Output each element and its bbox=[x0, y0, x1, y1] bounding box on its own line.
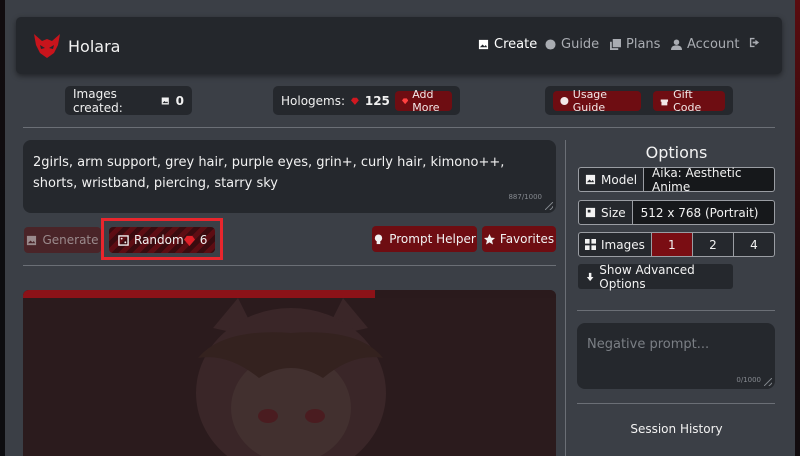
image-icon bbox=[27, 235, 37, 245]
lightbulb-icon bbox=[375, 233, 383, 244]
image-preview bbox=[23, 290, 556, 456]
image-icon bbox=[478, 39, 489, 50]
show-advanced-label: Show Advanced Options bbox=[599, 262, 695, 291]
arrow-down-icon bbox=[586, 272, 594, 281]
nav-account-label: Account bbox=[687, 37, 740, 52]
copy-icon bbox=[610, 39, 621, 50]
nav-account[interactable]: Account bbox=[671, 37, 740, 52]
logout-icon bbox=[749, 37, 760, 48]
favorites-label: Favorites bbox=[499, 232, 555, 246]
options-title: Options bbox=[645, 143, 708, 162]
gem-icon bbox=[401, 97, 409, 104]
nav-plans[interactable]: Plans bbox=[610, 37, 660, 52]
images-created-label: Images created: bbox=[73, 86, 123, 115]
logout-button[interactable] bbox=[749, 37, 765, 48]
model-label: Model bbox=[601, 172, 638, 187]
column-divider bbox=[565, 140, 566, 456]
user-icon bbox=[671, 39, 682, 50]
model-label-box: Model bbox=[578, 167, 645, 192]
hologems-pill: Hologems: 125 Add More bbox=[273, 86, 460, 115]
prompt-helper-button[interactable]: Prompt Helper bbox=[372, 226, 477, 252]
generation-progress-fill bbox=[23, 290, 375, 298]
palette-icon bbox=[560, 96, 569, 105]
size-select[interactable]: Size 512 x 768 (Portrait) bbox=[578, 200, 775, 225]
nav-guide-label: Guide bbox=[561, 37, 600, 52]
model-value[interactable]: Aika: Aesthetic Anime bbox=[644, 166, 775, 194]
images-count-group: Images 1 2 4 bbox=[578, 232, 775, 257]
add-more-label: Add More bbox=[412, 87, 440, 114]
images-count-option[interactable]: 2 bbox=[692, 232, 734, 257]
divider bbox=[577, 403, 775, 404]
gift-code-button[interactable]: Gift Code bbox=[653, 87, 725, 114]
usage-guide-button[interactable]: Usage Guide bbox=[553, 87, 642, 114]
gift-code-label: Gift Code bbox=[673, 87, 702, 114]
resize-icon bbox=[585, 207, 596, 218]
negative-char-count: 0/1000 bbox=[736, 376, 761, 384]
image-icon bbox=[161, 96, 169, 105]
links-pill: Usage Guide Gift Code bbox=[545, 86, 733, 115]
random-cost: 6 bbox=[199, 233, 208, 247]
divider bbox=[577, 310, 775, 311]
images-count-option[interactable]: 1 bbox=[651, 232, 693, 257]
brand-name: Holara bbox=[68, 36, 121, 56]
hologems-label: Hologems: bbox=[281, 93, 346, 108]
show-advanced-options-button[interactable]: Show Advanced Options bbox=[578, 262, 733, 291]
negative-prompt-textarea[interactable]: Negative prompt... 0/1000 bbox=[577, 323, 775, 389]
images-created-value: 0 bbox=[175, 93, 184, 108]
nav-plans-label: Plans bbox=[626, 37, 661, 52]
palette-icon bbox=[545, 39, 556, 50]
prompt-text: 2girls, arm support, grey hair, purple e… bbox=[33, 155, 505, 191]
prompt-textarea[interactable]: 2girls, arm support, grey hair, purple e… bbox=[23, 140, 556, 213]
add-more-button[interactable]: Add More bbox=[394, 87, 452, 114]
random-label: Random bbox=[134, 233, 184, 247]
generate-label: Generate bbox=[42, 233, 99, 247]
negative-prompt-placeholder: Negative prompt... bbox=[587, 337, 710, 352]
gem-icon bbox=[183, 235, 195, 246]
size-label: Size bbox=[601, 205, 626, 220]
navbar: Holara Create Guide Plans Account bbox=[16, 17, 782, 74]
nav-create[interactable]: Create bbox=[478, 37, 537, 52]
hologems-value: 125 bbox=[364, 93, 390, 108]
images-created-pill: Images created: 0 bbox=[65, 86, 192, 115]
nav-guide[interactable]: Guide bbox=[545, 37, 599, 52]
random-button[interactable]: Random 6 bbox=[109, 227, 215, 253]
generate-button[interactable]: Generate bbox=[24, 227, 101, 253]
size-value[interactable]: 512 x 768 (Portrait) bbox=[632, 200, 775, 225]
resize-handle[interactable] bbox=[764, 378, 772, 386]
images-label-box: Images bbox=[578, 232, 652, 257]
brand[interactable]: Holara bbox=[32, 31, 120, 61]
anime-girl-preview-image bbox=[23, 298, 556, 456]
size-label-box: Size bbox=[578, 200, 633, 225]
resize-handle[interactable] bbox=[545, 202, 553, 210]
star-icon bbox=[483, 233, 495, 244]
gem-icon bbox=[351, 97, 359, 105]
prompt-helper-label: Prompt Helper bbox=[389, 232, 476, 246]
images-count-option[interactable]: 4 bbox=[733, 232, 775, 257]
prompt-char-count: 887/1000 bbox=[508, 193, 542, 201]
session-history-heading: Session History bbox=[630, 422, 723, 436]
divider bbox=[23, 127, 775, 128]
usage-guide-label: Usage Guide bbox=[572, 87, 608, 114]
image-icon bbox=[585, 174, 596, 185]
generation-progress-track bbox=[23, 290, 556, 298]
dice-icon bbox=[118, 234, 129, 246]
images-label: Images bbox=[601, 237, 645, 252]
divider bbox=[23, 265, 556, 266]
model-select[interactable]: Model Aika: Aesthetic Anime bbox=[578, 166, 775, 194]
fox-logo-icon bbox=[34, 34, 60, 58]
favorites-button[interactable]: Favorites bbox=[482, 226, 556, 252]
nav-create-label: Create bbox=[494, 37, 538, 52]
gift-icon bbox=[661, 99, 669, 105]
grid-icon bbox=[585, 239, 596, 250]
